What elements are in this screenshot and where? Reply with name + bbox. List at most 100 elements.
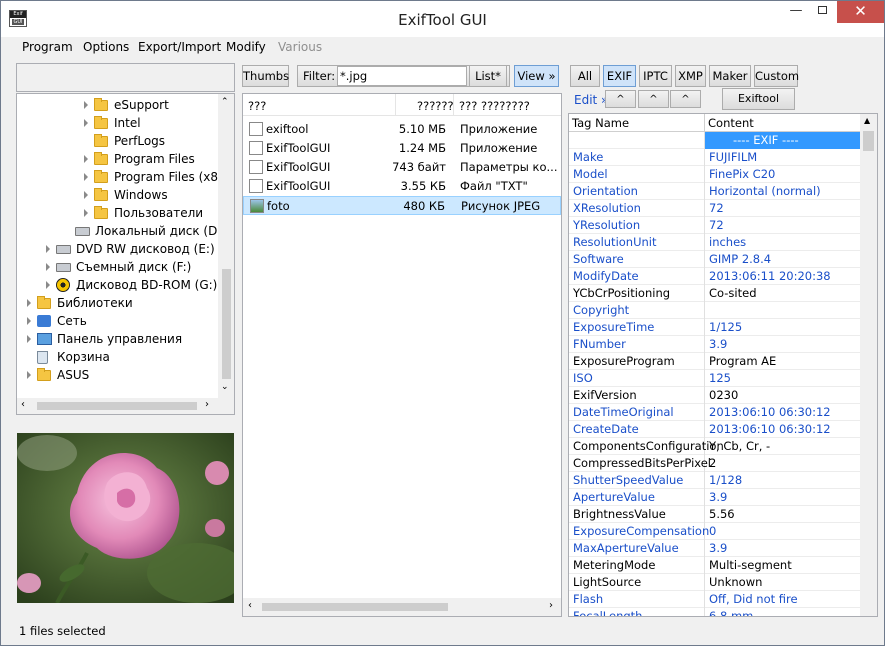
file-row[interactable]: ExifToolGUI 743 байт Параметры ко...: [243, 158, 561, 177]
tree-item[interactable]: Дисковод BD-ROM (G:) S: [17, 276, 229, 294]
tree-item[interactable]: Windows: [17, 186, 219, 204]
expand-arrow-icon[interactable]: [27, 371, 31, 379]
metadata-row[interactable]: MeteringMode Multi-segment: [569, 557, 861, 574]
minimize-button[interactable]: —: [783, 1, 809, 23]
scroll-up-icon[interactable]: ⌃: [221, 97, 229, 107]
close-button[interactable]: ✕: [837, 1, 884, 23]
metadata-row[interactable]: Orientation Horizontal (normal): [569, 183, 861, 200]
metadata-row[interactable]: LightSource Unknown: [569, 574, 861, 591]
exiftool-direct-button[interactable]: Exiftool direct: [722, 88, 795, 125]
tab-iptc[interactable]: IPTC: [639, 65, 672, 87]
folder-tree[interactable]: eSupport Intel PerfLogs Program Files Progra…: [16, 93, 235, 415]
scroll-right-icon[interactable]: ›: [549, 600, 553, 611]
expand-arrow-icon[interactable]: [84, 101, 88, 109]
tree-vertical-scrollbar[interactable]: ⌃ ⌄: [218, 94, 234, 398]
maximize-button[interactable]: [809, 1, 836, 23]
metadata-row[interactable]: ExposureProgram Program AE: [569, 353, 861, 370]
metadata-row[interactable]: ApertureValue 3.9: [569, 489, 861, 506]
metadata-row[interactable]: BrightnessValue 5.56: [569, 506, 861, 523]
tree-item[interactable]: PerfLogs: [17, 132, 219, 150]
view-button[interactable]: View »: [514, 65, 559, 87]
metadata-row[interactable]: ResolutionUnit inches: [569, 234, 861, 251]
column-header-name[interactable]: ???: [248, 99, 266, 113]
file-hscroll-thumb[interactable]: [262, 603, 448, 611]
column-header-type[interactable]: ??? ????????: [459, 99, 530, 113]
metadata-row[interactable]: ShutterSpeedValue 1/128: [569, 472, 861, 489]
metadata-row[interactable]: ExposureTime 1/125: [569, 319, 861, 336]
metadata-row[interactable]: ModifyDate 2013:06:11 20:20:38: [569, 268, 861, 285]
column-header-content[interactable]: Content: [708, 116, 754, 130]
file-row[interactable]: ExifToolGUI 1.24 МБ Приложение: [243, 139, 561, 158]
tab-custom[interactable]: Custom: [754, 65, 799, 87]
column-header-size[interactable]: ??????: [417, 99, 454, 113]
file-row[interactable]: exiftool 5.10 МБ Приложение: [243, 120, 561, 139]
move-up-button-3[interactable]: ^: [670, 90, 701, 108]
expand-arrow-icon[interactable]: [84, 119, 88, 127]
metadata-row[interactable]: ---- EXIF ----: [569, 132, 861, 149]
metadata-table[interactable]: Tag Name Content ---- EXIF ---- Make FUJIF…: [568, 113, 878, 617]
filter-input[interactable]: [337, 66, 467, 86]
menu-program[interactable]: Program: [22, 40, 73, 54]
metadata-row[interactable]: ExifVersion 0230: [569, 387, 861, 404]
expand-arrow-icon[interactable]: [84, 191, 88, 199]
metadata-row[interactable]: MaxApertureValue 3.9: [569, 540, 861, 557]
column-header-tag-name[interactable]: Tag Name: [572, 116, 629, 130]
move-up-button-2[interactable]: ^: [638, 90, 669, 108]
metadata-row[interactable]: Copyright: [569, 302, 861, 319]
file-hscrollbar[interactable]: ‹ ›: [243, 598, 561, 616]
metadata-row[interactable]: ExposureCompensation 0: [569, 523, 861, 540]
tree-hscroll-thumb[interactable]: [37, 402, 197, 410]
expand-arrow-icon[interactable]: [84, 155, 88, 163]
menu-various[interactable]: Various: [278, 40, 322, 54]
metadata-row[interactable]: DateTimeOriginal 2013:06:10 06:30:12: [569, 404, 861, 421]
metadata-scroll-thumb[interactable]: [863, 131, 874, 151]
scroll-left-icon[interactable]: ‹: [21, 399, 25, 410]
metadata-row[interactable]: CreateDate 2013:06:10 06:30:12: [569, 421, 861, 438]
metadata-row[interactable]: ComponentsConfiguration Y, Cb, Cr, -: [569, 438, 861, 455]
scroll-left-icon[interactable]: ‹: [248, 600, 252, 611]
tree-item[interactable]: Program Files: [17, 150, 219, 168]
tree-item[interactable]: Сеть: [17, 312, 219, 330]
menu-export-import[interactable]: Export/Import: [138, 40, 221, 54]
list-button[interactable]: List*: [469, 65, 507, 87]
scroll-up-icon[interactable]: ▲: [864, 116, 870, 125]
metadata-row[interactable]: Model FinePix C20: [569, 166, 861, 183]
tree-item[interactable]: Intel: [17, 114, 219, 132]
tree-item[interactable]: Пользователи: [17, 204, 219, 222]
move-up-button-1[interactable]: ^: [605, 90, 636, 108]
expand-arrow-icon[interactable]: [27, 335, 31, 343]
expand-arrow-icon[interactable]: [27, 299, 31, 307]
edit-menu-button[interactable]: Edit »: [574, 93, 608, 107]
metadata-row[interactable]: XResolution 72: [569, 200, 861, 217]
expand-arrow-icon[interactable]: [84, 173, 88, 181]
metadata-row[interactable]: FNumber 3.9: [569, 336, 861, 353]
tree-item[interactable]: Библиотеки: [17, 294, 219, 312]
tab-xmp[interactable]: XMP: [675, 65, 706, 87]
menu-options[interactable]: Options: [83, 40, 129, 54]
file-list[interactable]: ⌃ ??? ?????? ??? ???????? exiftool 5.10 М…: [242, 93, 562, 617]
tree-item[interactable]: Локальный диск (D:): [17, 222, 226, 240]
file-row[interactable]: ExifToolGUI 3.55 КБ Файл "TXT": [243, 177, 561, 196]
expand-arrow-icon[interactable]: [46, 281, 50, 289]
tree-item[interactable]: Корзина: [17, 348, 219, 366]
scroll-right-icon[interactable]: ›: [205, 399, 209, 410]
tree-item[interactable]: Панель управления: [17, 330, 219, 348]
metadata-row[interactable]: CompressedBitsPerPixel 2: [569, 455, 861, 472]
metadata-row[interactable]: ISO 125: [569, 370, 861, 387]
metadata-row[interactable]: Make FUJIFILM: [569, 149, 861, 166]
expand-arrow-icon[interactable]: [46, 245, 50, 253]
tree-item[interactable]: DVD RW дисковод (E:): [17, 240, 219, 258]
file-row[interactable]: foto 480 КБ Рисунок JPEG: [243, 196, 561, 215]
metadata-row[interactable]: Flash Off, Did not fire: [569, 591, 861, 608]
tree-scroll-thumb[interactable]: [222, 269, 231, 379]
menu-modify[interactable]: Modify: [226, 40, 266, 54]
metadata-vertical-scrollbar[interactable]: ▲: [860, 114, 877, 616]
tree-item[interactable]: Съемный диск (F:): [17, 258, 219, 276]
tree-horizontal-scrollbar[interactable]: ‹ ›: [17, 398, 234, 414]
metadata-row[interactable]: Software GIMP 2.8.4: [569, 251, 861, 268]
tree-item[interactable]: Program Files (x86): [17, 168, 230, 186]
tree-item[interactable]: eSupport: [17, 96, 219, 114]
tab-all[interactable]: All: [570, 65, 600, 87]
scroll-down-icon[interactable]: ⌄: [221, 382, 229, 392]
expand-arrow-icon[interactable]: [27, 317, 31, 325]
